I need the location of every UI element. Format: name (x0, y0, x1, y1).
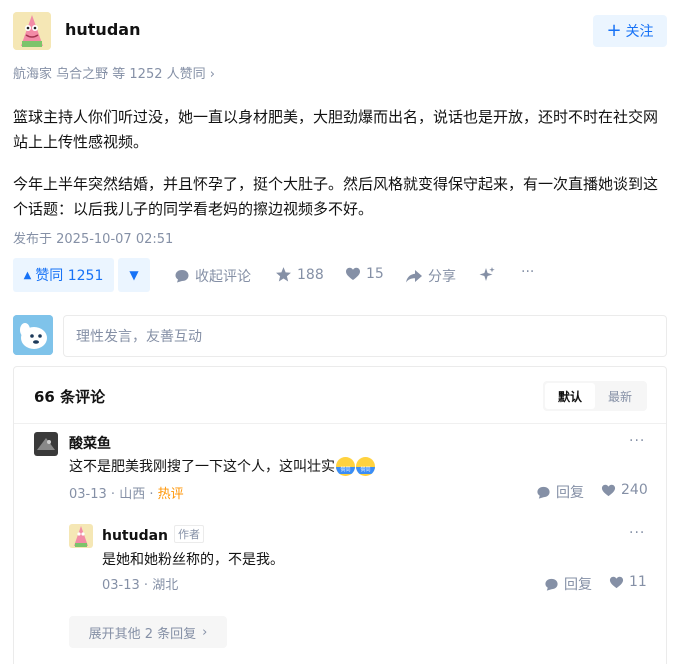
reply-text: 是她和她粉丝称的，不是我。 (102, 552, 284, 568)
ai-sparkle-button[interactable] (478, 266, 496, 284)
publish-time: 发布于 2025-10-07 02:51 (13, 232, 174, 247)
reply-date: 03-13 (102, 578, 140, 593)
favorite-button[interactable]: 188 (275, 266, 324, 283)
triangle-down-icon: ▼ (129, 268, 139, 282)
heart-icon (609, 576, 624, 588)
chevron-right-icon: › (209, 67, 215, 82)
share-arrow-icon (406, 270, 422, 283)
comment-text: 这不是肥美我刚搜了一下这个人，这叫壮实 赞同 赞同 (69, 456, 375, 476)
author-avatar[interactable] (13, 12, 51, 50)
downvote-button[interactable]: ▼ (118, 258, 150, 292)
upvote-button[interactable]: ▲ 赞同 1251 (13, 258, 114, 292)
hot-badge: 热评 (157, 487, 184, 502)
divider (14, 423, 666, 424)
comment-location: 山西 (119, 487, 146, 502)
reply-author-avatar[interactable] (69, 524, 93, 548)
ellipsis-icon[interactable]: ··· (629, 433, 645, 449)
ellipsis-icon[interactable]: ··· (629, 525, 645, 541)
author-name[interactable]: hutudan (65, 20, 140, 39)
sort-tabs: 默认 最新 (543, 381, 647, 411)
reply-location: 湖北 (152, 578, 179, 593)
upvote-label: 赞同 1251 (35, 268, 104, 284)
comment-date: 03-13 (69, 487, 107, 502)
sparkle-icon (479, 267, 495, 281)
follow-button[interactable]: + 关注 (593, 15, 667, 47)
heart-icon (601, 484, 616, 496)
ellipsis-icon: ··· (521, 264, 535, 280)
commenter-avatar[interactable] (34, 432, 58, 456)
upvoters-summary[interactable]: 航海家 乌合之野 等 1252 人赞同 › (13, 63, 215, 82)
comment-input-placeholder: 理性发言，友善互动 (76, 329, 202, 345)
comment-icon (545, 578, 558, 591)
comment-icon (537, 486, 550, 499)
comment-meta: 03-13 · 山西 · 热评 (69, 487, 184, 502)
star-icon (276, 267, 291, 282)
plus-icon: + (606, 20, 622, 41)
sort-tab-default[interactable]: 默认 (545, 383, 595, 409)
commenter-name[interactable]: 酸菜鱼 (69, 433, 111, 453)
author-tag: 作者 (174, 525, 205, 543)
follow-label: 关注 (625, 24, 654, 40)
comment-icon (175, 270, 189, 283)
like-button[interactable]: 15 (345, 266, 384, 282)
triangle-up-icon: ▲ (23, 269, 32, 281)
comment-input[interactable]: 理性发言，友善互动 (63, 315, 667, 357)
expand-replies-button[interactable]: 展开其他 2 条回复 › (69, 616, 227, 648)
collapse-comments-button[interactable]: 收起评论 (174, 266, 251, 286)
comment-like-button[interactable]: 240 (601, 482, 648, 498)
reply-meta: 03-13 · 湖北 (102, 578, 179, 593)
share-button[interactable]: 分享 (405, 266, 456, 286)
answer-paragraph-2: 今年上半年突然结婚，并且怀孕了，挺个大肚子。然后风格就变得保守起来，有一次直播她… (13, 175, 659, 218)
more-actions-button[interactable]: ··· (521, 264, 534, 280)
heart-icon (346, 267, 360, 280)
reply-author-name[interactable]: hutudan 作者 (102, 525, 205, 544)
answer-paragraph-1: 篮球主持人你们听过没，她一直以身材肥美，大胆劲爆而出名，说话也是开放，还时不时在… (13, 108, 659, 151)
sort-tab-latest[interactable]: 最新 (595, 383, 645, 409)
reply-like-button[interactable]: 11 (609, 574, 647, 590)
reply-button[interactable]: 回复 (544, 574, 592, 594)
comments-panel: 66 条评论 默认 最新 酸菜鱼 ··· 这不是肥美我刚搜了一下这个人，这叫壮实… (13, 366, 667, 664)
reply-button[interactable]: 回复 (536, 482, 584, 502)
my-avatar (13, 315, 53, 355)
emoji-icon: 赞同 (356, 456, 375, 476)
chevron-right-icon: › (202, 624, 208, 640)
comments-count: 66 条评论 (34, 388, 106, 406)
emoji-icon: 赞同 (336, 456, 355, 476)
